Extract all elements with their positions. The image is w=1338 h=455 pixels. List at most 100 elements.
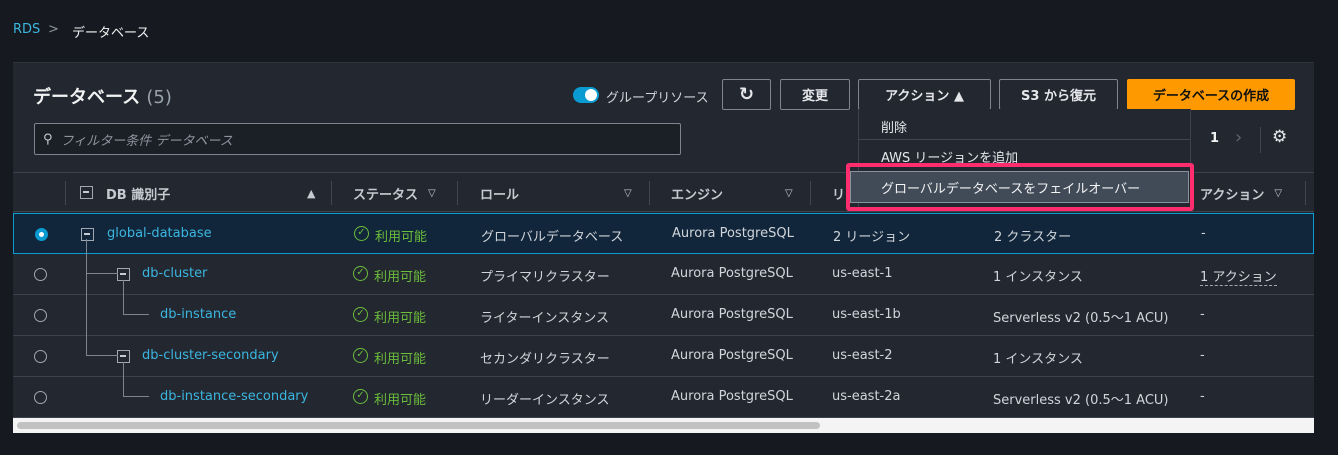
tree-line xyxy=(86,239,87,356)
check-circle-icon: ✓ xyxy=(353,348,368,363)
sort-icon[interactable]: ▽ xyxy=(624,183,632,203)
row-radio[interactable] xyxy=(34,391,47,404)
role-cell: ライターインスタンス xyxy=(480,311,609,326)
tree-line xyxy=(86,355,118,356)
tree-line xyxy=(123,314,149,315)
sort-asc-icon[interactable]: ▲ xyxy=(307,183,315,203)
column-status[interactable]: ステータス ▽ xyxy=(353,183,436,203)
table-row[interactable]: db-instance ✓ 利用可能 ライターインスタンス Aurora Postgre… xyxy=(13,295,1314,336)
column-role[interactable]: ロール xyxy=(480,183,519,203)
tree-line xyxy=(123,362,124,397)
role-cell: リーダーインスタンス xyxy=(480,393,610,408)
collapse-icon[interactable] xyxy=(81,228,94,241)
breadcrumb-current: データベース xyxy=(72,26,150,41)
column-engine[interactable]: エンジン xyxy=(671,183,723,203)
actions-cell: - xyxy=(1201,226,1206,241)
breadcrumb-separator-icon: > xyxy=(48,22,59,37)
row-radio[interactable] xyxy=(35,228,48,241)
tree-line xyxy=(86,273,118,274)
status-badge: 利用可能 xyxy=(374,311,427,326)
db-identifier-link[interactable]: db-instance xyxy=(160,307,236,322)
actions-cell[interactable]: 1 アクション xyxy=(1200,266,1277,286)
column-engine-label: エンジン xyxy=(671,187,724,203)
region-cell: us-east-2a xyxy=(832,389,901,404)
db-count: (5) xyxy=(146,87,172,108)
next-page-icon[interactable]: › xyxy=(1235,127,1242,148)
settings-gear-icon[interactable]: ⚙ xyxy=(1272,127,1287,147)
region-cell: us-east-2 xyxy=(832,348,893,363)
scrollbar-thumb[interactable] xyxy=(17,422,820,429)
table-row[interactable]: db-instance-secondary ✓ 利用可能 リーダーインスタンス Auro… xyxy=(13,377,1314,418)
page-title: データベース (5) xyxy=(33,83,172,109)
column-region[interactable]: リ xyxy=(832,183,845,203)
db-identifier-link[interactable]: db-cluster-secondary xyxy=(142,348,279,363)
actions-cell: - xyxy=(1200,389,1205,404)
create-database-button[interactable]: データベースの作成 xyxy=(1127,79,1295,110)
check-circle-icon: ✓ xyxy=(354,226,369,241)
filter-input[interactable]: ⚲ フィルター条件 データベース xyxy=(34,123,681,155)
size-cell: Serverless v2 (0.5〜1 ACU) xyxy=(993,311,1169,326)
role-cell: グローバルデータベース xyxy=(481,230,624,245)
actions-button[interactable]: アクション ▲ xyxy=(858,79,991,110)
region-cell: us-east-1b xyxy=(832,307,901,322)
divider xyxy=(1260,127,1261,153)
region-cell: us-east-1 xyxy=(832,266,893,281)
group-resources-toggle[interactable] xyxy=(573,87,599,103)
sort-icon: ▽ xyxy=(1274,187,1283,199)
sort-icon[interactable]: ▽ xyxy=(785,183,793,203)
table-row[interactable]: db-cluster ✓ 利用可能 プライマリクラスター Aurora PostgreS… xyxy=(13,254,1314,295)
page-number[interactable]: 1 xyxy=(1210,131,1219,146)
status-badge: 利用可能 xyxy=(374,393,427,408)
size-cell: 2 クラスター xyxy=(994,230,1072,245)
engine-cell: Aurora PostgreSQL xyxy=(671,266,793,281)
db-identifier-link[interactable]: db-instance-secondary xyxy=(160,389,308,404)
tree-line xyxy=(123,280,124,315)
title-text: データベース xyxy=(33,87,141,108)
actions-cell: - xyxy=(1200,307,1205,322)
db-identifier-link[interactable]: global-database xyxy=(107,226,212,241)
menu-divider xyxy=(859,139,1190,140)
menu-item-delete[interactable]: 削除 xyxy=(881,117,907,136)
column-region-label: リ xyxy=(832,187,846,203)
row-radio[interactable] xyxy=(34,309,47,322)
horizontal-scrollbar[interactable] xyxy=(13,418,1314,433)
restore-from-s3-button[interactable]: S3 から復元 xyxy=(999,79,1118,110)
size-cell: 1 インスタンス xyxy=(993,352,1083,367)
search-icon: ⚲ xyxy=(43,131,53,147)
check-circle-icon: ✓ xyxy=(353,389,368,404)
region-cell: 2 リージョン xyxy=(833,230,911,245)
status-badge: 利用可能 xyxy=(374,270,427,285)
column-role-label: ロール xyxy=(480,187,520,203)
column-id[interactable]: DB 識別子 xyxy=(106,183,170,203)
check-circle-icon: ✓ xyxy=(353,307,368,322)
column-actions[interactable]: アクション ▽ xyxy=(1200,183,1282,203)
tree-line xyxy=(123,396,149,397)
breadcrumb-rds[interactable]: RDS xyxy=(13,22,40,37)
modify-button[interactable]: 変更 xyxy=(780,79,850,110)
table-row[interactable]: global-database ✓ 利用可能 グローバルデータベース Aurora Po… xyxy=(13,213,1314,254)
role-cell: セカンダリクラスター xyxy=(480,352,610,367)
engine-cell: Aurora PostgreSQL xyxy=(672,226,794,241)
engine-cell: Aurora PostgreSQL xyxy=(671,389,793,404)
db-identifier-link[interactable]: db-cluster xyxy=(142,266,207,281)
collapse-all-icon[interactable] xyxy=(80,186,93,199)
refresh-icon: ↻ xyxy=(738,84,755,105)
actions-cell: - xyxy=(1200,348,1205,363)
status-badge: 利用可能 xyxy=(374,352,427,367)
highlight-box xyxy=(846,163,1194,211)
engine-cell: Aurora PostgreSQL xyxy=(671,307,793,322)
column-actions-label: アクション xyxy=(1200,187,1265,203)
sort-icon: ▽ xyxy=(428,187,436,199)
group-resources-label: グループリソース xyxy=(606,91,709,106)
size-cell: 1 インスタンス xyxy=(993,270,1083,285)
size-cell: Serverless v2 (0.5〜1 ACU) xyxy=(993,393,1169,408)
engine-cell: Aurora PostgreSQL xyxy=(671,348,793,363)
check-circle-icon: ✓ xyxy=(353,266,368,281)
table-row[interactable]: db-cluster-secondary ✓ 利用可能 セカンダリクラスター Auror… xyxy=(13,336,1314,377)
status-badge: 利用可能 xyxy=(375,230,428,245)
row-radio[interactable] xyxy=(34,350,47,363)
row-radio[interactable] xyxy=(34,268,47,281)
refresh-button[interactable]: ↻ xyxy=(722,79,771,110)
role-cell: プライマリクラスター xyxy=(480,270,610,285)
column-id-label: DB 識別子 xyxy=(106,187,171,203)
